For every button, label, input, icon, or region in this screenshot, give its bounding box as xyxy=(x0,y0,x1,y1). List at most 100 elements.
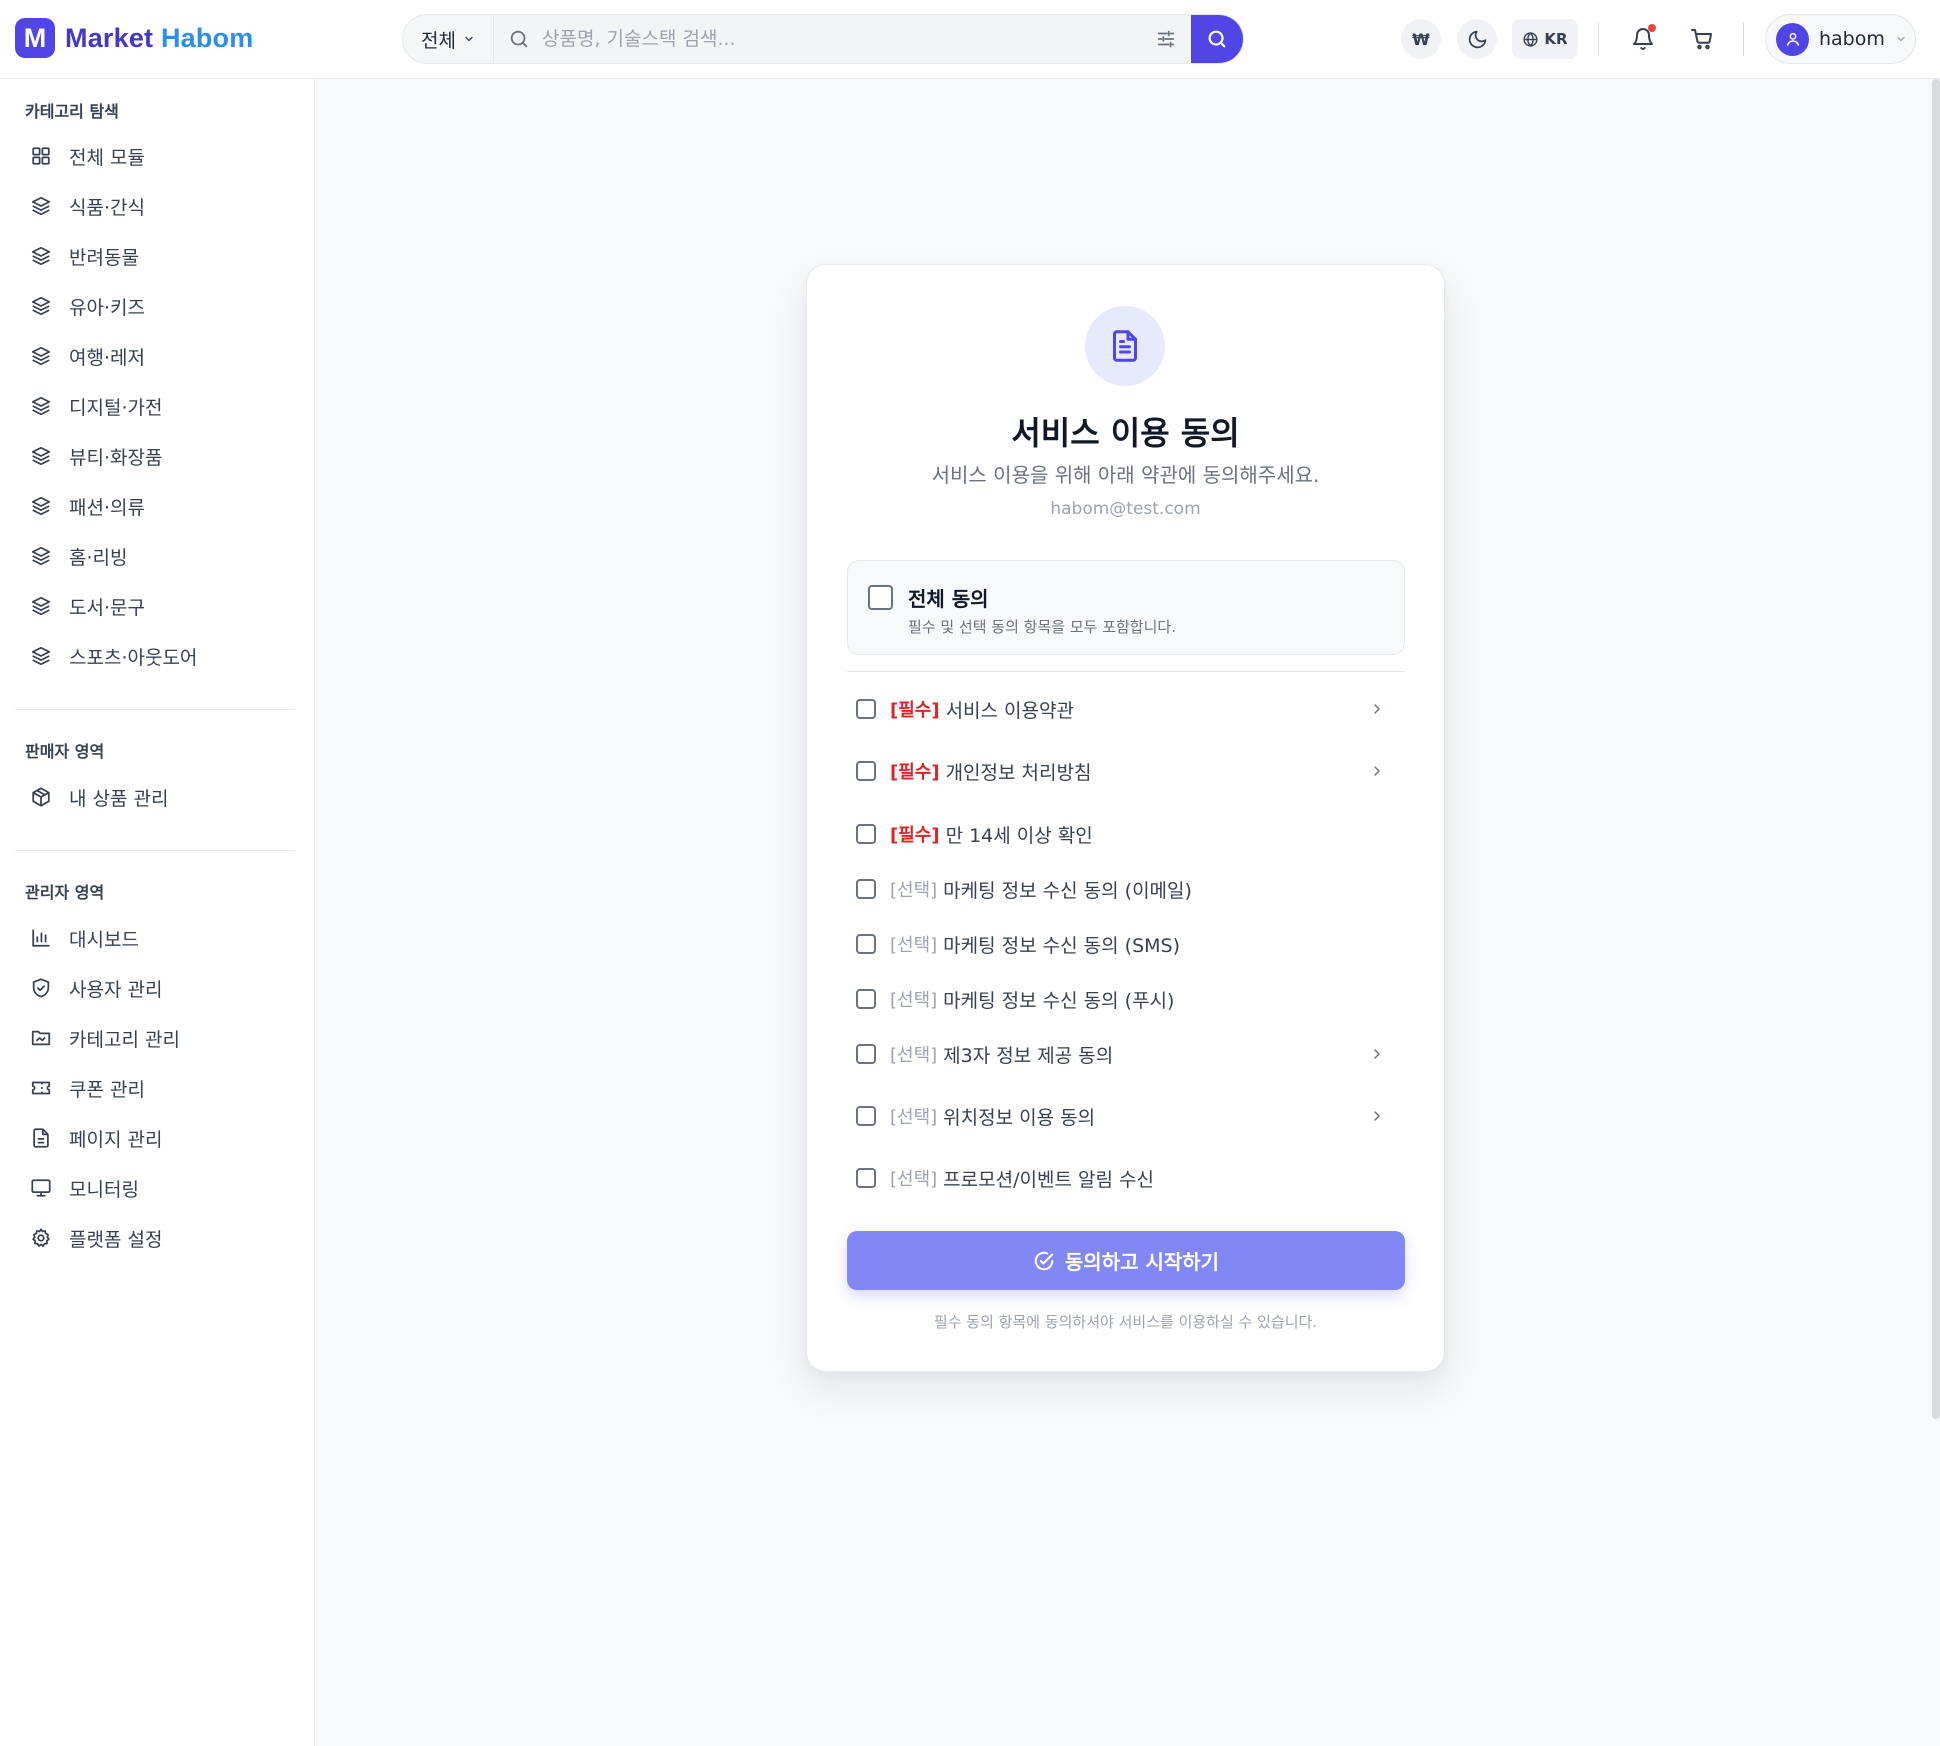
sidebar-item-all-modules[interactable]: 전체 모듈 xyxy=(15,134,295,178)
sidebar-item-kids[interactable]: 유아·키즈 xyxy=(15,284,295,328)
moon-icon xyxy=(1468,30,1486,48)
sidebar-item-food[interactable]: 식품·간식 xyxy=(15,184,295,228)
consent-label: 마케팅 정보 수신 동의 (푸시) xyxy=(943,989,1175,1012)
layers-icon xyxy=(31,496,51,516)
logo-text-market: Market xyxy=(65,22,154,53)
notifications-button[interactable] xyxy=(1625,21,1661,57)
sidebar-item-coupon-management[interactable]: 쿠폰 관리 xyxy=(15,1066,295,1110)
chevron-right-icon[interactable] xyxy=(1369,1108,1385,1124)
sidebar-item-label: 홈·리빙 xyxy=(69,546,128,569)
page-scrollbar[interactable] xyxy=(1932,79,1940,1419)
cart-button[interactable] xyxy=(1684,21,1720,57)
sidebar-item-pets[interactable]: 반려동물 xyxy=(15,234,295,278)
consent-checkbox[interactable] xyxy=(856,699,876,719)
consent-checkbox[interactable] xyxy=(856,761,876,781)
chevron-right-icon[interactable] xyxy=(1369,1046,1385,1062)
sidebar-item-label: 디지털·가전 xyxy=(69,396,163,419)
chevron-down-icon xyxy=(465,36,473,42)
sidebar-section-title-categories: 카테고리 탐색 xyxy=(25,102,119,121)
search-input[interactable] xyxy=(542,28,1141,50)
chevron-right-icon[interactable] xyxy=(1369,701,1385,717)
sidebar-item-page-management[interactable]: 페이지 관리 xyxy=(15,1116,295,1160)
consent-checkbox[interactable] xyxy=(856,989,876,1009)
consent-item-marketing-email[interactable]: [선택] 마케팅 정보 수신 동의 (이메일) xyxy=(847,869,1405,909)
consent-item-location[interactable]: [선택] 위치정보 이용 동의 xyxy=(847,1096,1405,1136)
grid-icon xyxy=(32,147,50,165)
chevron-right-icon[interactable] xyxy=(1369,763,1385,779)
consent-checkbox[interactable] xyxy=(856,879,876,899)
sidebar-item-label: 뷰티·화장품 xyxy=(69,446,163,469)
consent-checkbox[interactable] xyxy=(856,824,876,844)
agree-all-checkbox[interactable] xyxy=(868,585,893,610)
sidebar-item-label: 사용자 관리 xyxy=(69,978,163,1001)
search-category-select[interactable]: 전체 xyxy=(403,15,494,63)
sidebar-item-fashion[interactable]: 패션·의류 xyxy=(15,484,295,528)
agree-all-box[interactable]: 전체 동의 필수 및 선택 동의 항목을 모두 포함합니다. xyxy=(847,560,1405,655)
layers-icon xyxy=(31,646,51,666)
search-icon xyxy=(510,30,528,48)
consent-label: 만 14세 이상 확인 xyxy=(945,824,1093,847)
consent-item-third-party[interactable]: [선택] 제3자 정보 제공 동의 xyxy=(847,1034,1405,1074)
language-button[interactable]: KR xyxy=(1512,19,1578,59)
sidebar-item-sports[interactable]: 스포츠·아웃도어 xyxy=(15,634,295,678)
consent-item-privacy[interactable]: [필수] 개인정보 처리방침 xyxy=(847,751,1405,791)
sidebar-item-travel[interactable]: 여행·레저 xyxy=(15,334,295,378)
layers-icon xyxy=(31,346,51,366)
logo-text-habom: Habom xyxy=(160,22,254,53)
gear-icon xyxy=(32,1228,50,1247)
search-bar: 전체 xyxy=(402,14,1244,64)
sidebar-item-books[interactable]: 도서·문구 xyxy=(15,584,295,628)
search-submit-button[interactable] xyxy=(1191,15,1243,63)
theme-toggle-button[interactable] xyxy=(1457,19,1497,59)
optional-tag: [선택] xyxy=(890,1045,938,1066)
sidebar-item-user-management[interactable]: 사용자 관리 xyxy=(15,966,295,1010)
agree-all-description: 필수 및 선택 동의 항목을 모두 포함합니다. xyxy=(908,618,1176,636)
consent-checkbox[interactable] xyxy=(856,1044,876,1064)
sidebar-item-monitoring[interactable]: 모니터링 xyxy=(15,1166,295,1210)
sidebar-item-label: 도서·문구 xyxy=(69,596,145,619)
bar-chart-icon xyxy=(32,929,50,947)
sidebar-item-home[interactable]: 홈·리빙 xyxy=(15,534,295,578)
search-filter-button[interactable] xyxy=(1141,15,1191,63)
sidebar-item-digital[interactable]: 디지털·가전 xyxy=(15,384,295,428)
sidebar-item-label: 식품·간식 xyxy=(69,196,145,219)
consent-item-marketing-push[interactable]: [선택] 마케팅 정보 수신 동의 (푸시) xyxy=(847,979,1405,1019)
consent-item-marketing-sms[interactable]: [선택] 마케팅 정보 수신 동의 (SMS) xyxy=(847,924,1405,964)
optional-tag: [선택] xyxy=(890,935,938,956)
agree-and-start-button[interactable]: 동의하고 시작하기 xyxy=(847,1231,1405,1290)
consent-item-terms[interactable]: [필수] 서비스 이용약관 xyxy=(847,689,1405,729)
avatar xyxy=(1776,22,1809,56)
layers-icon xyxy=(31,246,51,266)
agree-all-title: 전체 동의 xyxy=(908,587,989,611)
sidebar-divider xyxy=(15,850,295,851)
layers-icon xyxy=(31,596,51,616)
consent-checkbox[interactable] xyxy=(856,1106,876,1126)
sidebar-item-my-products[interactable]: 내 상품 관리 xyxy=(15,775,295,819)
consent-checkbox[interactable] xyxy=(856,1168,876,1188)
consent-checkbox[interactable] xyxy=(856,934,876,954)
consent-subtitle: 서비스 이용을 위해 아래 약관에 동의해주세요. xyxy=(931,463,1320,487)
user-menu-button[interactable]: habom xyxy=(1765,14,1916,64)
sidebar-item-platform-settings[interactable]: 플랫폼 설정 xyxy=(15,1216,295,1260)
chevron-down-icon xyxy=(1897,36,1905,42)
consent-label: 프로모션/이벤트 알림 수신 xyxy=(943,1168,1154,1191)
consent-title: 서비스 이용 동의 xyxy=(1011,414,1240,452)
consent-label: 위치정보 이용 동의 xyxy=(943,1106,1096,1129)
currency-symbol: ₩ xyxy=(1412,29,1430,49)
consent-item-age[interactable]: [필수] 만 14세 이상 확인 xyxy=(847,814,1405,854)
logo[interactable]: M Market Habom xyxy=(15,18,253,58)
header-divider xyxy=(1743,22,1744,56)
sidebar-item-dashboard[interactable]: 대시보드 xyxy=(15,916,295,960)
file-icon xyxy=(33,1128,49,1148)
consent-item-promotion[interactable]: [선택] 프로모션/이벤트 알림 수신 xyxy=(847,1158,1405,1198)
sidebar-item-category-management[interactable]: 카테고리 관리 xyxy=(15,1016,295,1060)
currency-button[interactable]: ₩ xyxy=(1401,19,1441,59)
optional-tag: [선택] xyxy=(890,880,938,901)
layers-icon xyxy=(31,546,51,566)
monitor-icon xyxy=(31,1179,51,1197)
notification-dot xyxy=(1648,24,1656,32)
sidebar-item-beauty[interactable]: 뷰티·화장품 xyxy=(15,434,295,478)
sidebar-item-label: 모니터링 xyxy=(69,1178,139,1201)
user-name: habom xyxy=(1819,28,1885,50)
sliders-icon xyxy=(1157,30,1175,48)
